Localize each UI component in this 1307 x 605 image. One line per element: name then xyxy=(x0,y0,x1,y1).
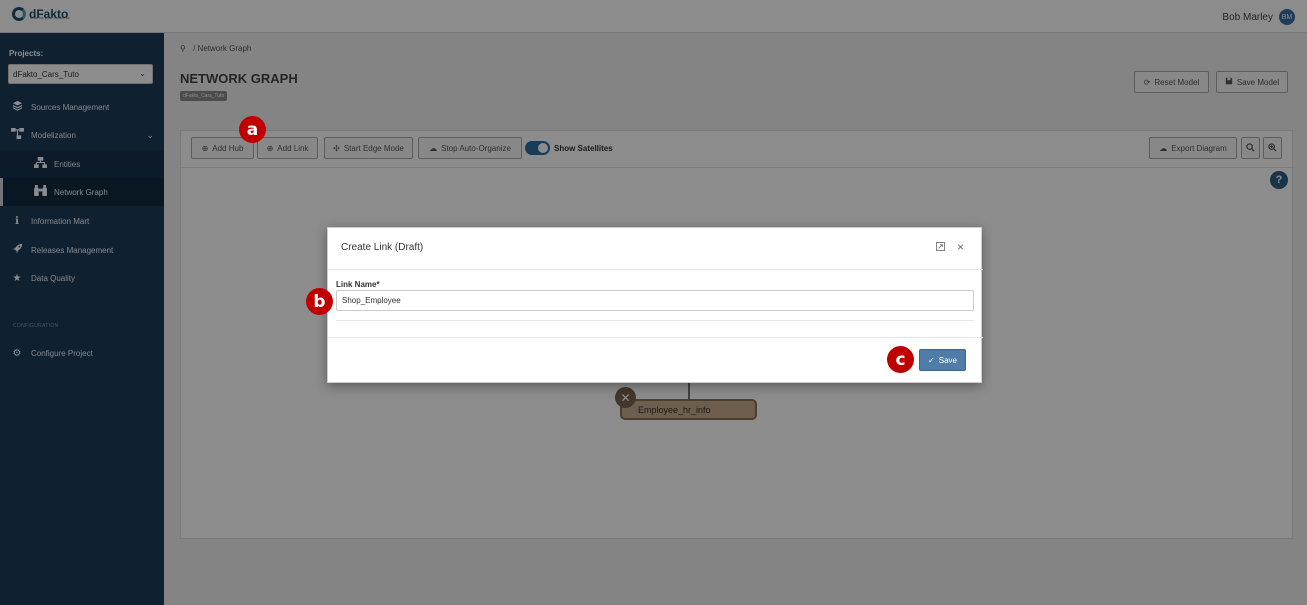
save-label: Save xyxy=(938,355,957,365)
annotation-marker-c: c xyxy=(887,346,914,373)
close-icon[interactable]: × xyxy=(957,240,964,254)
modal-header-divider xyxy=(328,269,983,270)
modal-title: Create Link (Draft) xyxy=(341,242,424,253)
save-button[interactable]: ✓ Save xyxy=(919,349,966,371)
field-divider xyxy=(336,320,974,321)
modal-footer-divider xyxy=(328,337,983,338)
link-name-input[interactable] xyxy=(336,290,974,311)
check-icon: ✓ xyxy=(928,355,935,365)
annotation-marker-a: a xyxy=(239,116,266,143)
link-name-label: Link Name* xyxy=(336,280,380,289)
create-link-modal: Create Link (Draft) × Link Name* ✓ Save xyxy=(327,227,983,383)
expand-icon[interactable] xyxy=(936,242,945,253)
annotation-marker-b: b xyxy=(306,288,333,315)
